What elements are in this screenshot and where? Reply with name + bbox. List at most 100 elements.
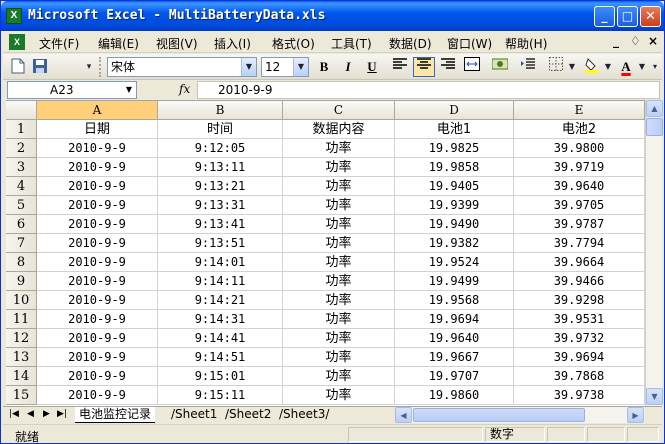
cell-d3[interactable]: 19.9858 bbox=[395, 158, 514, 177]
close-button[interactable]: ✕ bbox=[640, 6, 661, 27]
cell-c3[interactable]: 功率 bbox=[283, 158, 395, 177]
cell-b10[interactable]: 9:14:21 bbox=[158, 291, 283, 310]
cell-a6[interactable]: 2010-9-9 bbox=[37, 215, 158, 234]
fill-color-dropdown-icon[interactable]: ▼ bbox=[603, 58, 613, 76]
row-header-10[interactable]: 10 bbox=[6, 291, 37, 310]
spreadsheet-grid[interactable]: A B C D E 1 日期 时间 数据内容 电池1 电池2 2 2010-9-9 9:12:05 功率 19… bbox=[6, 100, 645, 406]
horizontal-scroll-thumb[interactable] bbox=[413, 408, 585, 422]
vertical-scrollbar[interactable]: ▲ ▼ bbox=[645, 100, 663, 406]
fx-icon[interactable]: fx bbox=[179, 82, 190, 96]
doc-restore-button[interactable]: ♢ bbox=[630, 34, 641, 48]
font-name-select[interactable]: 宋体 ▼ bbox=[107, 57, 257, 77]
toolbar-options-icon-2[interactable]: ▾ bbox=[651, 58, 659, 76]
cell-c5[interactable]: 功率 bbox=[283, 196, 395, 215]
cell-e15[interactable]: 39.9738 bbox=[514, 386, 645, 405]
cell-d9[interactable]: 19.9499 bbox=[395, 272, 514, 291]
borders-dropdown-icon[interactable]: ▼ bbox=[567, 58, 577, 76]
cell-d1[interactable]: 电池1 bbox=[395, 120, 514, 139]
cell-c10[interactable]: 功率 bbox=[283, 291, 395, 310]
scroll-left-icon[interactable]: ◀ bbox=[395, 407, 412, 423]
cell-c15[interactable]: 功率 bbox=[283, 386, 395, 405]
menu-file[interactable]: 文件(F) bbox=[39, 35, 79, 52]
cell-a12[interactable]: 2010-9-9 bbox=[37, 329, 158, 348]
last-sheet-icon[interactable]: ▶| bbox=[57, 409, 67, 419]
doc-close-button[interactable]: × bbox=[648, 34, 658, 48]
formula-input[interactable]: 2010-9-9 bbox=[197, 81, 660, 99]
cell-e10[interactable]: 39.9298 bbox=[514, 291, 645, 310]
font-color-icon[interactable]: A bbox=[615, 57, 637, 77]
cell-b4[interactable]: 9:13:21 bbox=[158, 177, 283, 196]
cell-e6[interactable]: 39.9787 bbox=[514, 215, 645, 234]
align-right-icon[interactable] bbox=[437, 57, 459, 77]
maximize-button[interactable]: □ bbox=[617, 6, 638, 27]
name-box[interactable]: A23 ▼ bbox=[7, 81, 137, 99]
cell-c7[interactable]: 功率 bbox=[283, 234, 395, 253]
menu-help[interactable]: 帮助(H) bbox=[505, 35, 547, 52]
cell-b12[interactable]: 9:14:41 bbox=[158, 329, 283, 348]
cell-b14[interactable]: 9:15:01 bbox=[158, 367, 283, 386]
row-header-11[interactable]: 11 bbox=[6, 310, 37, 329]
cell-b6[interactable]: 9:13:41 bbox=[158, 215, 283, 234]
column-header-e[interactable]: E bbox=[514, 101, 645, 120]
menu-data[interactable]: 数据(D) bbox=[389, 35, 432, 52]
cell-a2[interactable]: 2010-9-9 bbox=[37, 139, 158, 158]
merge-center-icon[interactable] bbox=[461, 57, 483, 77]
cell-a9[interactable]: 2010-9-9 bbox=[37, 272, 158, 291]
menu-insert[interactable]: 插入(I) bbox=[214, 35, 251, 52]
cell-e13[interactable]: 39.9694 bbox=[514, 348, 645, 367]
cell-c1[interactable]: 数据内容 bbox=[283, 120, 395, 139]
cell-d7[interactable]: 19.9382 bbox=[395, 234, 514, 253]
cell-a3[interactable]: 2010-9-9 bbox=[37, 158, 158, 177]
cell-c13[interactable]: 功率 bbox=[283, 348, 395, 367]
cell-a5[interactable]: 2010-9-9 bbox=[37, 196, 158, 215]
cell-a1[interactable]: 日期 bbox=[37, 120, 158, 139]
next-sheet-icon[interactable]: ▶ bbox=[43, 409, 50, 419]
cell-d15[interactable]: 19.9860 bbox=[395, 386, 514, 405]
column-header-c[interactable]: C bbox=[283, 101, 395, 120]
row-header-8[interactable]: 8 bbox=[6, 253, 37, 272]
cell-e4[interactable]: 39.9640 bbox=[514, 177, 645, 196]
cell-b2[interactable]: 9:12:05 bbox=[158, 139, 283, 158]
cell-a8[interactable]: 2010-9-9 bbox=[37, 253, 158, 272]
currency-style-icon[interactable] bbox=[489, 57, 511, 77]
cell-c11[interactable]: 功率 bbox=[283, 310, 395, 329]
font-name-dropdown-icon[interactable]: ▼ bbox=[241, 58, 256, 76]
cell-d13[interactable]: 19.9667 bbox=[395, 348, 514, 367]
prev-sheet-icon[interactable]: ◀ bbox=[27, 409, 34, 419]
cell-a7[interactable]: 2010-9-9 bbox=[37, 234, 158, 253]
select-all-corner[interactable] bbox=[6, 101, 37, 120]
font-size-select[interactable]: 12 ▼ bbox=[261, 57, 309, 77]
scroll-up-icon[interactable]: ▲ bbox=[646, 100, 663, 117]
bold-button[interactable]: B bbox=[313, 57, 335, 77]
excel-app-icon[interactable]: X bbox=[6, 8, 22, 24]
cell-e9[interactable]: 39.9466 bbox=[514, 272, 645, 291]
save-icon[interactable] bbox=[31, 58, 49, 76]
row-header-5[interactable]: 5 bbox=[6, 196, 37, 215]
fill-color-icon[interactable] bbox=[581, 57, 603, 77]
row-header-3[interactable]: 3 bbox=[6, 158, 37, 177]
align-center-icon[interactable] bbox=[413, 57, 435, 77]
underline-button[interactable]: U bbox=[361, 57, 383, 77]
row-header-6[interactable]: 6 bbox=[6, 215, 37, 234]
row-header-14[interactable]: 14 bbox=[6, 367, 37, 386]
row-header-1[interactable]: 1 bbox=[6, 120, 37, 139]
column-header-d[interactable]: D bbox=[395, 101, 514, 120]
cell-a10[interactable]: 2010-9-9 bbox=[37, 291, 158, 310]
column-header-a[interactable]: A bbox=[37, 101, 158, 120]
sheet-tab-sheet2[interactable]: /Sheet2 bbox=[225, 407, 271, 423]
cell-e2[interactable]: 39.9800 bbox=[514, 139, 645, 158]
title-bar[interactable]: X Microsoft Excel - MultiBatteryData.xls… bbox=[1, 1, 664, 31]
cell-e1[interactable]: 电池2 bbox=[514, 120, 645, 139]
borders-icon[interactable] bbox=[545, 57, 567, 77]
row-header-15[interactable]: 15 bbox=[6, 386, 37, 405]
cell-e5[interactable]: 39.9705 bbox=[514, 196, 645, 215]
workbook-icon[interactable]: X bbox=[9, 34, 25, 50]
cell-d2[interactable]: 19.9825 bbox=[395, 139, 514, 158]
cell-c2[interactable]: 功率 bbox=[283, 139, 395, 158]
horizontal-scrollbar[interactable]: ◀ ▶ bbox=[395, 407, 645, 423]
doc-minimize-button[interactable]: _ bbox=[613, 34, 619, 48]
row-header-7[interactable]: 7 bbox=[6, 234, 37, 253]
align-left-icon[interactable] bbox=[389, 57, 411, 77]
cell-b1[interactable]: 时间 bbox=[158, 120, 283, 139]
cell-d4[interactable]: 19.9405 bbox=[395, 177, 514, 196]
